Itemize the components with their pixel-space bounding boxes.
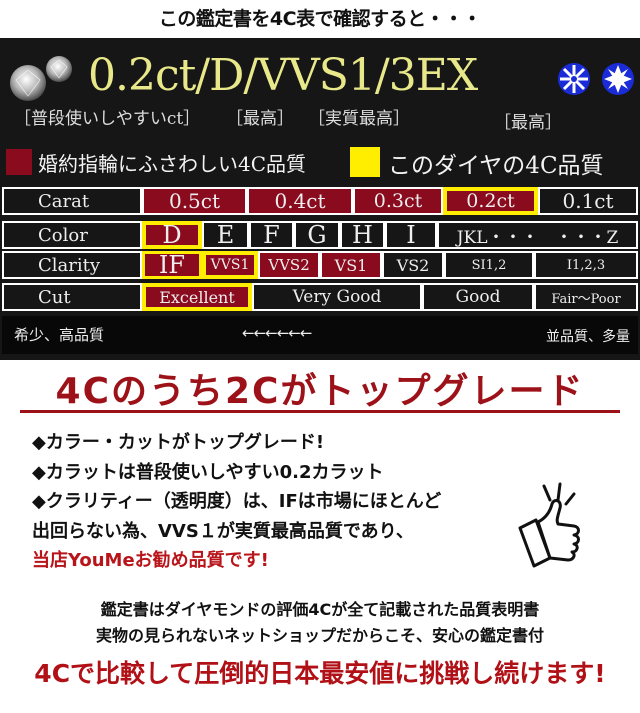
grade-cell-selected: D — [142, 221, 202, 249]
cut-note: ［最高］ — [494, 113, 562, 133]
headline: 4Cのうち2Cがトップグレード — [55, 371, 585, 412]
legend: 婚約指輪にふさわしい4C品質 このダイヤの4C品質 — [0, 146, 640, 180]
recommend-line: 当店YouMeお勧め品質です! — [32, 550, 269, 571]
row-header: Color — [2, 221, 142, 249]
grade-cell: VS1 — [320, 251, 382, 279]
row-header: Clarity — [2, 251, 142, 279]
grade-cell: VVS2 — [258, 251, 320, 279]
scale-left-label: 希少、高品質 — [14, 326, 105, 344]
grade-cell: SI1,2 — [444, 251, 534, 279]
legend-swatch-recommended — [6, 149, 32, 175]
closing-message: 4Cで比較して圧倒的日本最安値に挑戦し続けます! — [34, 659, 606, 688]
hearts-arrows-icon — [558, 63, 634, 95]
grade-cell: F — [249, 221, 294, 249]
grade-cell: 0.5ct — [142, 187, 247, 215]
spec-title: 0.2ct/D/VVS1/3EX — [88, 50, 478, 101]
grade-cell: E — [202, 221, 249, 249]
grade-scale-bar: 希少、高品質 ←←←←←← 並品質、多量 — [2, 316, 638, 354]
carat-note: ［普段使いしやすいct］ — [14, 109, 201, 129]
grade-cell: VS2 — [382, 251, 444, 279]
list-item: 出回らない為、VVS１が実質最高品質であり、 — [32, 520, 414, 542]
grade-cell: Fair～Poor — [534, 283, 638, 311]
headline-underline — [20, 410, 620, 413]
grade-cell: Very Good — [252, 283, 422, 311]
grade-cell: I1,2,3 — [534, 251, 638, 279]
legend-swatch-this-diamond — [350, 147, 380, 177]
legend-label-recommended: 婚約指輪にふさわしい4C品質 — [38, 152, 307, 176]
grade-cell-selected: Excellent — [142, 283, 252, 311]
scale-right-label: 並品質、多量 — [546, 329, 630, 345]
list-item: ◆クラリティー（透明度）は、IFは市場にほとんど — [32, 491, 442, 512]
diamond-icon — [10, 56, 72, 101]
note-line: 鑑定書はダイヤモンドの評価4Cが全て記載された品質表明書 — [100, 600, 540, 619]
grade-cell: JKL・・・ ・・・Z — [437, 221, 638, 249]
row-header: Cut — [2, 283, 142, 311]
feature-list: ◆カラー・カットがトップグレード! ◆カラットは普段使いしやすい0.2カラット … — [32, 428, 441, 576]
grade-cell: G — [294, 221, 340, 249]
grade-cell: IF — [142, 251, 202, 279]
table-row-color: Color D E F G H I JKL・・・ ・・・Z — [0, 221, 640, 249]
table-row-carat: Carat 0.5ct 0.4ct 0.3ct 0.2ct 0.1ct — [0, 187, 640, 215]
list-item: ◆カラー・カットがトップグレード! — [32, 432, 325, 453]
thumbs-up-icon — [518, 482, 580, 568]
clarity-note: ［実質最高］ — [308, 109, 410, 129]
color-note: ［最高］ — [226, 109, 294, 129]
list-item: ◆カラットは普段使いしやすい0.2カラット — [32, 461, 384, 483]
grade-cell: I — [385, 221, 437, 249]
grade-cell: H — [340, 221, 385, 249]
grade-cell: 0.1ct — [538, 187, 638, 215]
arrow-left-icon: ←←←←←← — [242, 324, 312, 342]
note-line: 実物の見られないネットショップだからこそ、安心の鑑定書付 — [95, 626, 544, 645]
grade-cell: Good — [422, 283, 534, 311]
table-row-clarity: Clarity IF VVS1 VVS2 VS1 VS2 SI1,2 I1,2,… — [0, 251, 640, 279]
grade-cell-selected: 0.2ct — [443, 187, 538, 215]
legend-label-this-diamond: このダイヤの4C品質 — [388, 153, 604, 179]
grade-cell: 0.3ct — [353, 187, 443, 215]
row-header: Carat — [2, 187, 142, 215]
table-row-cut: Cut Excellent Very Good Good Fair～Poor — [0, 283, 640, 311]
intro-heading: この鑑定書を4C表で確認すると・・・ — [158, 8, 482, 30]
grade-cell-selected: VVS1 — [202, 251, 258, 279]
grade-cell: 0.4ct — [247, 187, 353, 215]
